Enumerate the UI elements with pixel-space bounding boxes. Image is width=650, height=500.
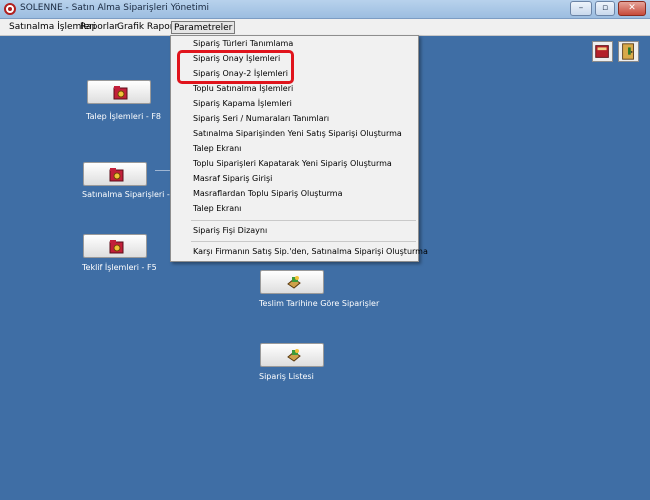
minimize-button[interactable]: – xyxy=(570,1,592,16)
menu-item-karsi-firma[interactable]: Karşı Firmanın Satış Sip.'den, Satınalma… xyxy=(193,247,428,256)
teslim-tarihine-gore-button[interactable] xyxy=(260,270,324,294)
menu-bar: Satınalma İşlemleri Raporlar Grafik Rapo… xyxy=(0,19,650,36)
menu-separator xyxy=(191,241,416,242)
folder-icon xyxy=(113,86,128,100)
menu-item-masraf-siparis[interactable]: Masraf Sipariş Girişi xyxy=(193,174,272,183)
satinalma-siparisleri-button[interactable] xyxy=(83,162,147,186)
exit-button[interactable] xyxy=(618,41,639,62)
menu-raporlar[interactable]: Raporlar xyxy=(78,21,120,34)
window-title: SOLENNE - Satın Alma Siparişleri Yönetim… xyxy=(20,3,210,13)
menu-item-siparis-kapama[interactable]: Sipariş Kapama İşlemleri xyxy=(193,99,292,108)
book-icon xyxy=(595,45,609,58)
book-button[interactable] xyxy=(592,41,613,62)
tile-label-teslim-tarihine: Teslim Tarihine Göre Siparişler xyxy=(259,299,380,308)
maximize-button[interactable]: ▫ xyxy=(595,1,615,16)
menu-item-toplu-satinalma[interactable]: Toplu Satınalma İşlemleri xyxy=(193,84,293,93)
menu-item-yeni-satis-siparisi[interactable]: Satınalma Siparişinden Yeni Satış Sipari… xyxy=(193,129,402,138)
report-icon xyxy=(287,276,301,289)
highlight-annotation xyxy=(177,50,294,84)
menu-item-talep-ekrani[interactable]: Talep Ekranı xyxy=(193,144,241,153)
menu-item-toplu-kapatarak[interactable]: Toplu Siparişleri Kapatarak Yeni Sipariş… xyxy=(193,159,392,168)
menu-item-siparis-turleri[interactable]: Sipariş Türleri Tanımlama xyxy=(193,39,293,48)
close-button[interactable]: ✕ xyxy=(618,1,646,16)
exit-door-icon xyxy=(622,43,634,60)
menu-item-masraflardan-toplu[interactable]: Masraflardan Toplu Sipariş Oluşturma xyxy=(193,189,343,198)
folder-icon xyxy=(109,168,124,182)
menu-separator xyxy=(191,220,416,221)
teklif-islemleri-button[interactable] xyxy=(83,234,147,258)
menu-item-fis-dizayni[interactable]: Sipariş Fişi Dizaynı xyxy=(193,226,267,235)
folder-icon xyxy=(109,240,124,254)
tile-label-siparis-listesi: Sipariş Listesi xyxy=(259,372,314,381)
menu-item-talep-ekrani-2[interactable]: Talep Ekranı xyxy=(193,204,241,213)
tile-label-satinalma: Satınalma Siparişleri - F2 xyxy=(82,190,183,199)
siparis-listesi-button[interactable] xyxy=(260,343,324,367)
tile-label-talep: Talep İşlemleri - F8 xyxy=(86,112,162,121)
menu-parametreler[interactable]: Parametreler xyxy=(171,21,236,34)
app-logo-icon xyxy=(4,3,16,15)
report-icon xyxy=(287,349,301,362)
title-bar: SOLENNE - Satın Alma Siparişleri Yönetim… xyxy=(0,0,650,19)
talep-islemleri-button[interactable] xyxy=(87,80,151,104)
tile-label-teklif: Teklif İşlemleri - F5 xyxy=(82,263,157,272)
menu-item-seri-numara[interactable]: Sipariş Seri / Numaraları Tanımları xyxy=(193,114,329,123)
